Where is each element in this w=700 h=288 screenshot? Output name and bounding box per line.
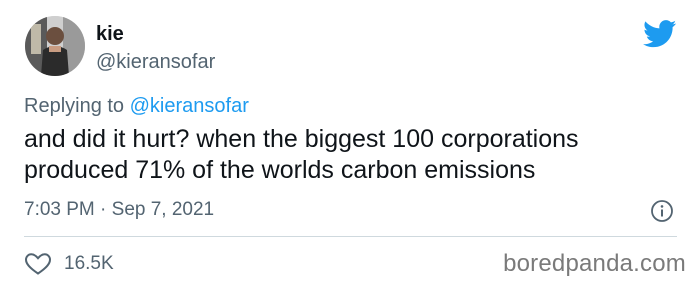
user-handle[interactable]: @kieransofar bbox=[96, 50, 215, 74]
display-name[interactable]: kie bbox=[96, 22, 124, 46]
like-count: 16.5K bbox=[64, 253, 114, 274]
tweet-text: and did it hurt? when the biggest 100 co… bbox=[24, 125, 579, 184]
reply-mention-link[interactable]: @kieransofar bbox=[130, 95, 249, 117]
replying-to: Replying to @kieransofar bbox=[24, 94, 249, 118]
replying-to-label: Replying to bbox=[24, 95, 125, 117]
avatar-photo bbox=[25, 16, 85, 76]
tweet-timestamp[interactable]: 7:03 PM · Sep 7, 2021 bbox=[24, 198, 214, 222]
tweet-card: kie @kieransofar Replying to @kieransofa… bbox=[0, 0, 700, 288]
divider bbox=[24, 236, 677, 237]
avatar[interactable] bbox=[25, 16, 85, 76]
info-icon[interactable] bbox=[650, 199, 674, 223]
watermark: boredpanda.com bbox=[503, 250, 686, 277]
twitter-bird-icon[interactable] bbox=[643, 20, 677, 48]
heart-icon[interactable] bbox=[24, 252, 52, 276]
